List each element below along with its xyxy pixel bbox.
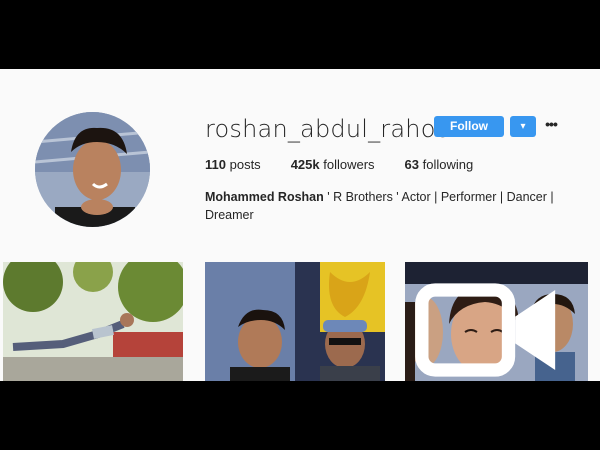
chevron-down-icon[interactable]: ▾: [510, 116, 536, 137]
posts-label: posts: [229, 157, 261, 172]
video-icon: [415, 283, 556, 377]
post-thumbnail-2[interactable]: [205, 262, 385, 381]
avatar-photo: [35, 112, 150, 227]
profile-page: roshan_abdul_rahoof Follow ▾ ••• 110 pos…: [0, 69, 600, 381]
profile-bio: Mohammed Roshan ' R Brothers ' Actor | P…: [205, 188, 555, 224]
posts-count[interactable]: 110 posts: [205, 157, 261, 172]
post-image-1: [3, 262, 183, 381]
posts-number: 110: [205, 157, 226, 172]
following-label: following: [422, 157, 474, 172]
post-thumbnail-3[interactable]: [405, 262, 588, 381]
followers-label: followers: [323, 157, 375, 172]
following-number: 63: [404, 157, 419, 172]
followers-number: 425k: [290, 157, 320, 172]
post-thumbnail-1[interactable]: [3, 262, 183, 381]
following-count[interactable]: 63 following: [405, 157, 474, 172]
follow-button[interactable]: Follow: [434, 116, 504, 137]
followers-count[interactable]: 425k followers: [291, 157, 375, 172]
more-options-icon[interactable]: •••: [543, 116, 559, 137]
profile-username: roshan_abdul_rahoof: [205, 115, 460, 143]
profile-stats: 110 posts 425k followers 63 following: [205, 157, 473, 172]
profile-avatar[interactable]: [35, 112, 150, 227]
post-image-2: [205, 262, 385, 381]
profile-full-name: Mohammed Roshan: [205, 190, 324, 204]
